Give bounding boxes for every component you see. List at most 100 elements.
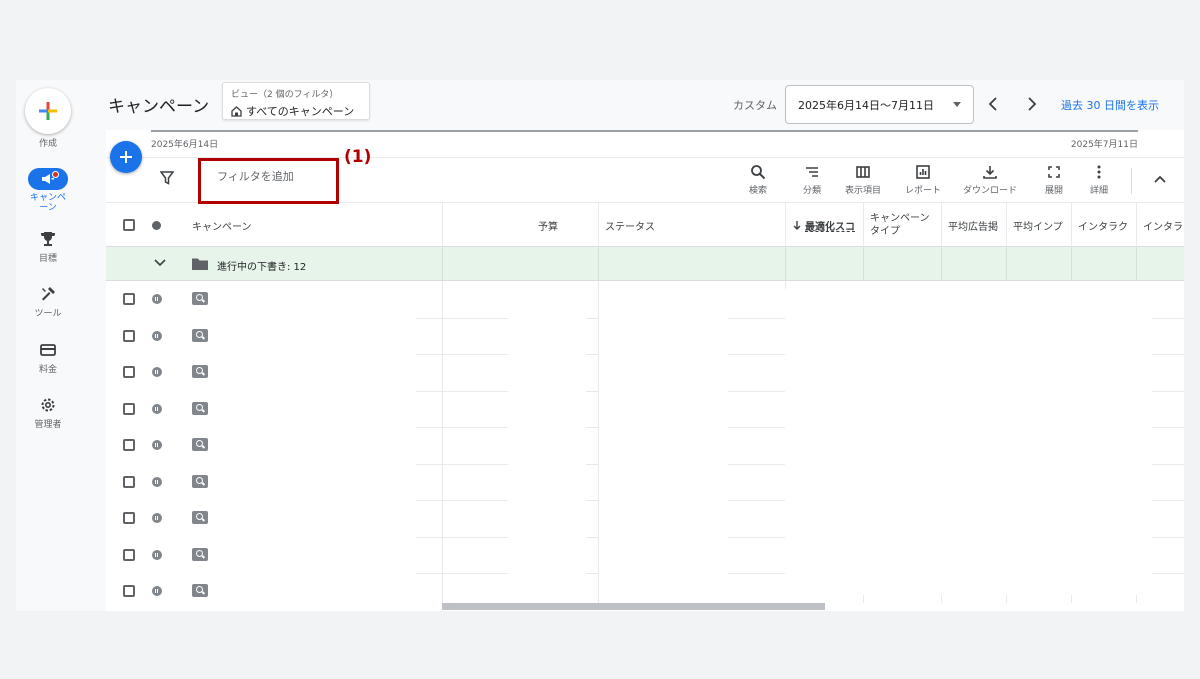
col-budget[interactable]: 予算 (442, 203, 598, 247)
chevron-down-icon[interactable] (154, 259, 166, 267)
col-avg-position[interactable]: 平均広告掲 (941, 203, 1006, 247)
segment-icon (806, 167, 818, 177)
draft-group-row[interactable]: 進行中の下書き: 12 (106, 247, 1184, 281)
tool-label: レポート (905, 186, 942, 196)
show-30-days-link[interactable]: 過去 30 日間を表示 (1061, 97, 1159, 113)
plus-icon (39, 102, 57, 120)
col-campaign-type[interactable]: キャンペーン タイプ (863, 203, 941, 247)
table-header: キャンペーン 予算 ステータス 最適化スコ キャンペーン タイプ 平均広告掲 平… (106, 203, 1184, 247)
paused-status-icon[interactable] (152, 440, 162, 450)
row-checkbox[interactable] (123, 439, 135, 451)
timeline-start: 2025年6月14日 (151, 140, 219, 150)
table-row[interactable] (106, 281, 1184, 318)
create-button[interactable] (25, 88, 71, 134)
rail-item-label: 管理者 (34, 420, 62, 430)
annotation-box (198, 158, 339, 204)
search-campaign-icon (192, 401, 208, 415)
filter-icon[interactable] (160, 171, 174, 185)
tool-columns[interactable]: 表示項目 (845, 164, 881, 196)
left-rail: 作成 キャンペーン 目標 ツール 料金 管理者 (16, 80, 80, 611)
table-row[interactable] (106, 500, 1184, 537)
timeline-end: 2025年7月11日 (1070, 140, 1138, 150)
search-campaign-icon (192, 547, 208, 561)
columns-icon (856, 166, 870, 178)
row-checkbox[interactable] (123, 475, 135, 488)
more-icon (1097, 165, 1101, 179)
arrow-down-icon (793, 221, 801, 230)
view-filter-count: ビュー（2 個のフィルタ） (231, 90, 339, 100)
tool-label: 分類 (803, 186, 822, 196)
col-campaign[interactable]: キャンペーン (186, 203, 442, 247)
select-all-checkbox[interactable] (123, 219, 135, 231)
row-checkbox[interactable] (123, 366, 135, 378)
row-checkbox[interactable] (123, 585, 135, 597)
prev-period-button[interactable] (983, 94, 1003, 114)
paused-status-icon[interactable] (152, 513, 162, 523)
row-checkbox[interactable] (123, 293, 135, 305)
tools-icon (42, 287, 55, 301)
credit-card-icon (40, 344, 56, 356)
table-row[interactable] (106, 354, 1184, 391)
home-icon (231, 105, 242, 117)
next-period-button[interactable] (1022, 94, 1042, 114)
table-row[interactable] (106, 427, 1184, 464)
rail-item-goals[interactable]: 目標 (16, 230, 80, 264)
tool-segment[interactable]: 分類 (803, 164, 821, 196)
annotation-label: (1) (344, 147, 372, 167)
tool-report[interactable]: レポート (905, 164, 941, 196)
row-checkbox[interactable] (123, 329, 135, 342)
rail-item-campaigns[interactable]: キャンペーン (16, 168, 80, 213)
row-checkbox[interactable] (123, 512, 135, 524)
folder-icon (192, 258, 208, 270)
table-row[interactable] (106, 318, 1184, 355)
view-name: すべてのキャンペーン (246, 105, 355, 118)
app-frame: 作成 キャンペーン 目標 ツール 料金 管理者 キャンペーン ビュー（2 個のフ… (16, 80, 1184, 611)
col-interactions[interactable]: インタラク (1071, 203, 1136, 247)
col-interaction-rate[interactable]: インタラク (1136, 203, 1184, 247)
page-title: キャンペーン (108, 97, 210, 117)
rail-item-admin[interactable]: 管理者 (16, 396, 80, 430)
paused-status-icon[interactable] (152, 330, 162, 341)
gear-icon (41, 398, 55, 412)
tool-expand[interactable]: 展開 (1045, 164, 1063, 196)
trophy-icon (41, 232, 55, 246)
row-checkbox[interactable] (123, 548, 135, 561)
expand-icon (1048, 166, 1060, 178)
tool-search[interactable]: 検索 (749, 164, 767, 196)
download-icon (983, 166, 997, 179)
table-row[interactable] (106, 537, 1184, 574)
search-campaign-icon (192, 438, 208, 451)
create-label: 作成 (38, 139, 57, 149)
horizontal-scrollbar[interactable] (442, 603, 825, 610)
date-range-value: 2025年6月14日〜7月11日 (798, 98, 934, 112)
col-optimization-score[interactable]: 最適化スコ (785, 203, 863, 247)
tool-more[interactable]: 詳細 (1090, 164, 1108, 196)
paused-status-icon[interactable] (152, 549, 162, 560)
timeline-bar: 2025年6月14日 2025年7月11日 (151, 130, 1138, 156)
col-status[interactable]: ステータス (598, 203, 785, 247)
paused-status-icon[interactable] (152, 586, 162, 596)
view-selector[interactable]: ビュー（2 個のフィルタ） すべてのキャンペーン (222, 82, 370, 120)
table-row[interactable] (106, 391, 1184, 428)
tool-download[interactable]: ダウンロード (963, 164, 1017, 196)
paused-status-icon[interactable] (152, 476, 162, 487)
paused-status-icon[interactable] (152, 403, 162, 414)
search-campaign-icon (192, 584, 208, 597)
date-range-select[interactable]: 2025年6月14日〜7月11日 (785, 85, 974, 124)
col-avg-impression[interactable]: 平均インプ (1006, 203, 1071, 247)
paused-status-icon[interactable] (152, 367, 162, 377)
campaign-rows (106, 281, 1184, 611)
search-campaign-icon (192, 328, 208, 342)
table-row[interactable] (106, 464, 1184, 501)
rail-item-tools[interactable]: ツール (16, 285, 80, 319)
report-icon (916, 165, 930, 179)
add-campaign-button[interactable] (110, 141, 142, 173)
row-checkbox[interactable] (123, 402, 135, 415)
caret-down-icon (953, 102, 961, 107)
rail-item-label: 目標 (38, 254, 57, 264)
paused-status-icon[interactable] (152, 294, 162, 304)
rail-item-billing[interactable]: 料金 (16, 341, 80, 375)
search-icon (751, 165, 766, 180)
chevron-up-icon[interactable] (1153, 173, 1167, 187)
megaphone-icon (28, 168, 68, 190)
